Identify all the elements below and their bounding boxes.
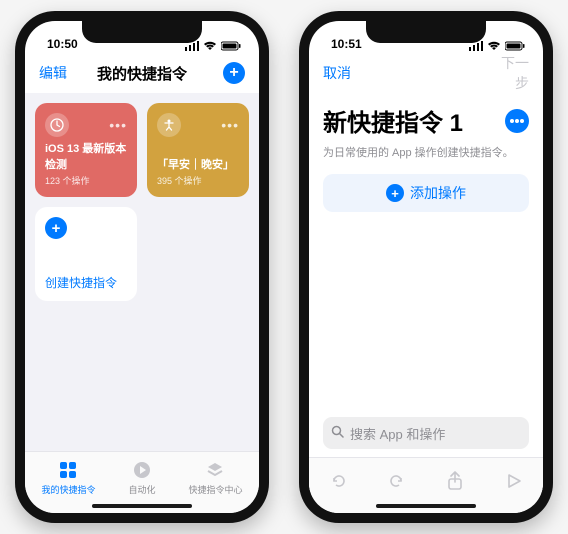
shortcut-header: 新快捷指令 1 为日常使用的 App 操作创建快捷指令。 bbox=[309, 93, 543, 160]
cancel-button[interactable]: 取消 bbox=[323, 63, 363, 83]
shortcut-title: iOS 13 最新版本检测 bbox=[45, 140, 127, 172]
nav-bar: 编辑 我的快捷指令 + bbox=[25, 53, 259, 93]
automation-icon bbox=[131, 459, 153, 481]
plus-icon: + bbox=[386, 184, 404, 202]
nav-bar: 取消 下一步 bbox=[309, 53, 543, 93]
redo-button[interactable] bbox=[386, 470, 408, 492]
search-icon bbox=[331, 425, 344, 441]
next-button[interactable]: 下一步 bbox=[489, 53, 529, 93]
plus-icon: + bbox=[223, 62, 245, 84]
wifi-icon bbox=[203, 41, 217, 51]
shortcut-sub: 123 个操作 bbox=[45, 174, 127, 187]
status-time: 10:51 bbox=[331, 37, 362, 51]
add-action-label: 添加操作 bbox=[410, 183, 466, 203]
accessibility-icon bbox=[157, 113, 181, 137]
edit-button[interactable]: 编辑 bbox=[39, 63, 79, 83]
shortcut-title: 「早安｜晚安」 bbox=[157, 156, 239, 172]
gallery-icon bbox=[204, 459, 226, 481]
wifi-icon bbox=[487, 41, 501, 51]
page-title: 我的快捷指令 bbox=[79, 63, 205, 84]
shortcuts-content: ••• iOS 13 最新版本检测 123 个操作 ••• 「早安｜晚安」 39… bbox=[25, 93, 259, 451]
search-field[interactable]: 搜索 App 和操作 bbox=[323, 417, 529, 449]
battery-icon bbox=[505, 41, 525, 51]
screen-left: 10:50 编辑 我的快捷指令 + bbox=[25, 21, 259, 513]
status-time: 10:50 bbox=[47, 37, 78, 51]
home-indicator[interactable] bbox=[376, 504, 476, 508]
phone-left: 10:50 编辑 我的快捷指令 + bbox=[15, 11, 269, 523]
phone-right: 10:51 取消 下一步 新快捷指令 1 bbox=[299, 11, 553, 523]
tab-automation[interactable]: 自动化 bbox=[128, 459, 155, 496]
notch bbox=[82, 21, 202, 43]
tab-label: 我的快捷指令 bbox=[41, 483, 95, 496]
create-label: 创建快捷指令 bbox=[45, 274, 127, 291]
tab-gallery[interactable]: 快捷指令中心 bbox=[188, 459, 242, 496]
settings-icon[interactable] bbox=[505, 109, 529, 133]
tab-label: 自动化 bbox=[128, 483, 155, 496]
status-indicators bbox=[185, 41, 241, 51]
add-shortcut-button[interactable]: + bbox=[205, 62, 245, 84]
editor-content: 搜索 App 和操作 bbox=[309, 212, 543, 513]
screen-right: 10:51 取消 下一步 新快捷指令 1 bbox=[309, 21, 543, 513]
more-icon[interactable]: ••• bbox=[109, 117, 127, 133]
shortcut-card[interactable]: ••• 「早安｜晚安」 395 个操作 bbox=[147, 103, 249, 197]
home-indicator[interactable] bbox=[92, 504, 192, 508]
tab-shortcuts[interactable]: 我的快捷指令 bbox=[41, 459, 95, 496]
shortcuts-icon bbox=[57, 459, 79, 481]
clock-icon bbox=[45, 113, 69, 137]
notch bbox=[366, 21, 486, 43]
more-icon[interactable]: ••• bbox=[221, 117, 239, 133]
battery-icon bbox=[221, 41, 241, 51]
tab-label: 快捷指令中心 bbox=[188, 483, 242, 496]
play-button[interactable] bbox=[503, 470, 525, 492]
undo-button[interactable] bbox=[327, 470, 349, 492]
shortcut-name: 新快捷指令 1 bbox=[323, 103, 463, 138]
shortcut-card[interactable]: ••• iOS 13 最新版本检测 123 个操作 bbox=[35, 103, 137, 197]
shortcut-sub: 395 个操作 bbox=[157, 174, 239, 187]
create-shortcut-card[interactable]: + 创建快捷指令 bbox=[35, 207, 137, 301]
shortcut-subtitle: 为日常使用的 App 操作创建快捷指令。 bbox=[323, 144, 529, 160]
status-indicators bbox=[469, 41, 525, 51]
add-action-button[interactable]: + 添加操作 bbox=[323, 174, 529, 212]
plus-icon: + bbox=[45, 217, 67, 239]
shortcuts-grid: ••• iOS 13 最新版本检测 123 个操作 ••• 「早安｜晚安」 39… bbox=[35, 103, 249, 301]
search-placeholder: 搜索 App 和操作 bbox=[350, 424, 445, 443]
share-button[interactable] bbox=[444, 470, 466, 492]
